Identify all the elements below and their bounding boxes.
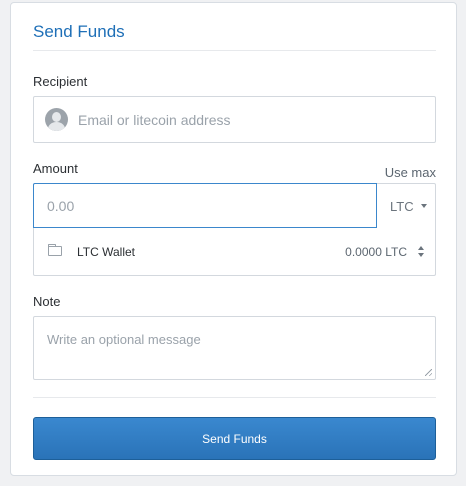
title-divider [33,50,436,51]
resize-handle-icon[interactable] [425,369,432,376]
wallet-select[interactable]: LTC Wallet 0.0000 LTC [33,229,436,276]
avatar-icon [45,108,68,131]
recipient-input[interactable] [78,110,418,130]
note-label: Note [33,294,61,309]
page-title: Send Funds [33,22,125,41]
amount-input[interactable] [33,183,377,228]
currency-select[interactable]: LTC [377,184,435,229]
stepper-icon [418,246,424,258]
wallet-balance: 0.0000 LTC [345,245,407,259]
amount-field: LTC [33,183,436,230]
recipient-field[interactable] [33,96,436,143]
chevron-down-icon [421,204,427,208]
amount-label: Amount [33,161,78,176]
send-funds-button[interactable]: Send Funds [33,417,436,460]
note-field [33,316,436,380]
send-funds-card: Send Funds Recipient Amount Use max LTC … [10,2,457,476]
wallet-name: LTC Wallet [77,245,136,259]
recipient-label: Recipient [33,74,88,89]
footer-divider [33,397,436,398]
use-max-link[interactable]: Use max [385,165,436,180]
currency-code: LTC [390,199,414,214]
note-textarea[interactable] [34,317,435,379]
wallet-icon [48,244,62,256]
